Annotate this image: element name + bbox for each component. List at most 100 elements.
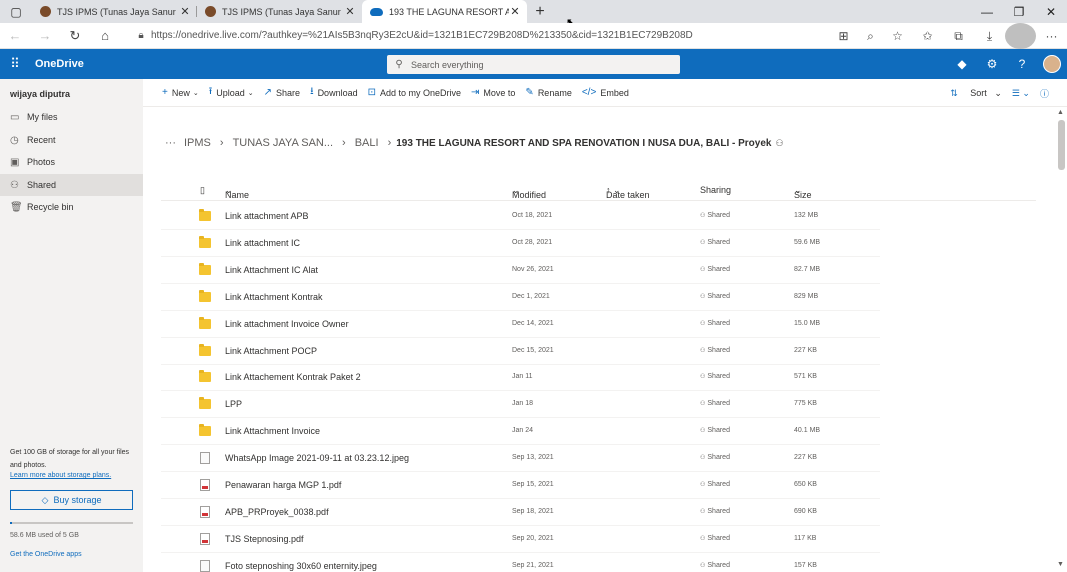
file-row[interactable]: Penawaran harga MGP 1.pdf Sep 15, 2021 ⚇ Sh… bbox=[161, 472, 880, 499]
file-size: 650 KB bbox=[794, 481, 817, 488]
favorite-star-icon[interactable]: ☆ bbox=[884, 23, 911, 49]
column-sharing[interactable]: Sharing bbox=[700, 185, 731, 195]
restore-icon[interactable]: ❐ bbox=[1003, 0, 1035, 23]
file-name[interactable]: TJS Stepnosing.pdf bbox=[225, 534, 304, 544]
file-row[interactable]: Link Attachment Kontrak Dec 1, 2021 ⚇ Share… bbox=[161, 284, 880, 311]
search-box[interactable]: ⚲ Search everything bbox=[387, 55, 680, 74]
file-row[interactable]: Link attachment APB Oct 18, 2021 ⚇ Shared 13… bbox=[161, 203, 880, 230]
scroll-up-icon[interactable]: ▲ bbox=[1057, 109, 1064, 116]
upload-button[interactable]: ⭱ Upload ⌄ bbox=[204, 79, 259, 107]
more-options-icon[interactable]: ··· bbox=[1036, 23, 1067, 49]
nav-my-files[interactable]: ▭ My files bbox=[0, 106, 143, 128]
buy-storage-button[interactable]: ◇ Buy storage bbox=[10, 490, 133, 510]
view-options-icon[interactable]: ☰ ⌄ bbox=[1007, 88, 1035, 99]
refresh-icon[interactable]: ↻ bbox=[60, 23, 90, 49]
close-window-icon[interactable]: ✕ bbox=[1035, 0, 1067, 23]
file-name[interactable]: LPP bbox=[225, 399, 242, 409]
forward-icon[interactable]: → bbox=[30, 23, 60, 49]
rename-button[interactable]: ✎ Rename bbox=[520, 79, 576, 107]
lock-icon[interactable]: 🔒︎ bbox=[131, 30, 151, 41]
file-name[interactable]: Foto stepnoshing 30x60 enternity.jpeg bbox=[225, 561, 377, 571]
nav-label: Recycle bin bbox=[27, 202, 74, 212]
column-modified[interactable]: Modified ⌄ bbox=[512, 185, 546, 200]
shared-people-icon: ⚇ bbox=[700, 213, 706, 219]
add-to-onedrive-button[interactable]: ⊡ Add to my OneDrive bbox=[363, 79, 466, 107]
browser-tab-active[interactable]: 193 THE LAGUNA RESORT AND ✕ bbox=[362, 0, 527, 23]
breadcrumb-more[interactable]: ··· bbox=[161, 137, 180, 149]
scrollbar[interactable] bbox=[1055, 107, 1067, 572]
scrollbar-thumb[interactable] bbox=[1058, 120, 1065, 170]
file-row[interactable]: WhatsApp Image 2021-09-11 at 03.23.12.jp… bbox=[161, 445, 880, 472]
file-row[interactable]: Link attachment Invoice Owner Dec 14, 202… bbox=[161, 311, 880, 338]
account-avatar[interactable] bbox=[1037, 49, 1067, 79]
file-row[interactable]: TJS Stepnosing.pdf Sep 20, 2021 ⚇ Shared 117… bbox=[161, 526, 880, 553]
back-icon[interactable]: ← bbox=[0, 23, 30, 49]
column-name[interactable]: Name ⌄ bbox=[225, 185, 249, 200]
file-sharing: ⚇ Shared bbox=[700, 239, 730, 246]
breadcrumb-item[interactable]: TUNAS JAYA SAN... bbox=[229, 137, 337, 149]
downloads-icon[interactable]: ⤓ bbox=[974, 23, 1005, 49]
file-row[interactable]: APB_PRProyek_0038.pdf Sep 18, 2021 ⚇ Shared… bbox=[161, 499, 880, 526]
info-icon[interactable]: ⓘ bbox=[1035, 87, 1067, 100]
download-label: Download bbox=[317, 87, 358, 98]
favorites-icon[interactable]: ✩ bbox=[912, 23, 943, 49]
file-row[interactable]: Link Attachement Kontrak Paket 2 Jan 11 ⚇ S… bbox=[161, 364, 880, 391]
file-name[interactable]: Link Attachment Invoice bbox=[225, 426, 320, 436]
file-row[interactable]: LPP Jan 18 ⚇ Shared 775 KB bbox=[161, 391, 880, 418]
close-tab-icon[interactable]: ✕ bbox=[344, 5, 356, 18]
file-name[interactable]: Link attachment APB bbox=[225, 211, 309, 221]
profile-icon[interactable] bbox=[1005, 23, 1036, 49]
nav-recycle-bin[interactable]: 🗑︎ Recycle bin bbox=[0, 196, 143, 218]
file-name[interactable]: Link attachment Invoice Owner bbox=[225, 319, 349, 329]
app-title[interactable]: OneDrive bbox=[35, 58, 84, 70]
file-name[interactable]: WhatsApp Image 2021-09-11 at 03.23.12.jp… bbox=[225, 453, 409, 463]
window-menu-icon[interactable]: ▢ bbox=[0, 0, 32, 23]
help-icon[interactable]: ? bbox=[1007, 49, 1037, 79]
nav-shared[interactable]: ⚇ Shared bbox=[0, 174, 143, 196]
nav-recent[interactable]: ◷ Recent bbox=[0, 129, 143, 151]
column-size[interactable]: Size ⌄ bbox=[794, 185, 812, 200]
file-row[interactable]: Link Attachment POCP Dec 15, 2021 ⚇ Shared 2… bbox=[161, 338, 880, 365]
file-name[interactable]: Link attachment IC bbox=[225, 238, 300, 248]
app-launcher-icon[interactable]: ⠿ bbox=[0, 49, 30, 79]
file-type-header-icon[interactable]: ▯ bbox=[200, 185, 205, 196]
download-button[interactable]: ⭳ Download bbox=[305, 79, 363, 107]
file-row[interactable]: Link attachment IC Oct 28, 2021 ⚇ Shared 59.… bbox=[161, 230, 880, 257]
file-row[interactable]: Foto stepnoshing 30x60 enternity.jpeg Sep… bbox=[161, 553, 880, 572]
minimize-icon[interactable]: — bbox=[971, 0, 1003, 23]
column-date-taken[interactable]: Date taken ↑ ⌄ bbox=[606, 185, 650, 200]
browser-tab[interactable]: TJS IPMS (Tunas Jaya Sanur Integ ✕ bbox=[197, 0, 362, 23]
scroll-down-icon[interactable]: ▼ bbox=[1057, 561, 1064, 568]
nav-photos[interactable]: ▣ Photos bbox=[0, 151, 143, 173]
share-button[interactable]: ↗ Share bbox=[259, 79, 305, 107]
home-icon[interactable]: ⌂ bbox=[90, 23, 120, 49]
new-button[interactable]: + New ⌄ bbox=[157, 79, 204, 107]
collections-icon[interactable]: ⧉ bbox=[943, 23, 974, 49]
settings-gear-icon[interactable]: ⚙ bbox=[977, 49, 1007, 79]
file-name[interactable]: Link Attachement Kontrak Paket 2 bbox=[225, 372, 361, 382]
file-name[interactable]: APB_PRProyek_0038.pdf bbox=[225, 507, 329, 517]
breadcrumb-item[interactable]: BALI bbox=[351, 137, 383, 149]
reading-view-icon[interactable]: ⊞ bbox=[830, 23, 857, 49]
breadcrumb-item[interactable]: IPMS bbox=[180, 137, 215, 149]
browser-tab[interactable]: TJS IPMS (Tunas Jaya Sanur Integ ✕ bbox=[32, 0, 197, 23]
file-name[interactable]: Link Attachment IC Alat bbox=[225, 265, 318, 275]
file-name[interactable]: Link Attachment Kontrak bbox=[225, 292, 323, 302]
get-apps-link[interactable]: Get the OneDrive apps bbox=[10, 551, 82, 558]
embed-button[interactable]: </> Embed bbox=[577, 79, 634, 107]
file-name[interactable]: Penawaran harga MGP 1.pdf bbox=[225, 480, 341, 490]
zoom-icon[interactable]: ⌕ bbox=[857, 23, 884, 49]
url-field[interactable]: 🔒︎ https://onedrive.live.com/?authkey=%2… bbox=[131, 25, 824, 46]
new-tab-button[interactable]: + bbox=[527, 0, 553, 23]
move-to-button[interactable]: ⇥ Move to bbox=[466, 79, 520, 107]
folder-icon bbox=[199, 397, 211, 409]
sort-button[interactable]: ⇅ Sort ⌄ bbox=[940, 88, 1007, 99]
file-size: 775 KB bbox=[794, 400, 817, 407]
close-tab-icon[interactable]: ✕ bbox=[179, 5, 191, 18]
file-row[interactable]: Link Attachment Invoice Jan 24 ⚇ Shared 40.1… bbox=[161, 418, 880, 445]
storage-plans-link[interactable]: Learn more about storage plans. bbox=[10, 472, 111, 479]
file-name[interactable]: Link Attachment POCP bbox=[225, 346, 317, 356]
close-tab-icon[interactable]: ✕ bbox=[509, 5, 521, 18]
file-row[interactable]: Link Attachment IC Alat Nov 26, 2021 ⚇ Shar… bbox=[161, 257, 880, 284]
premium-diamond-icon[interactable]: ◆ bbox=[947, 49, 977, 79]
